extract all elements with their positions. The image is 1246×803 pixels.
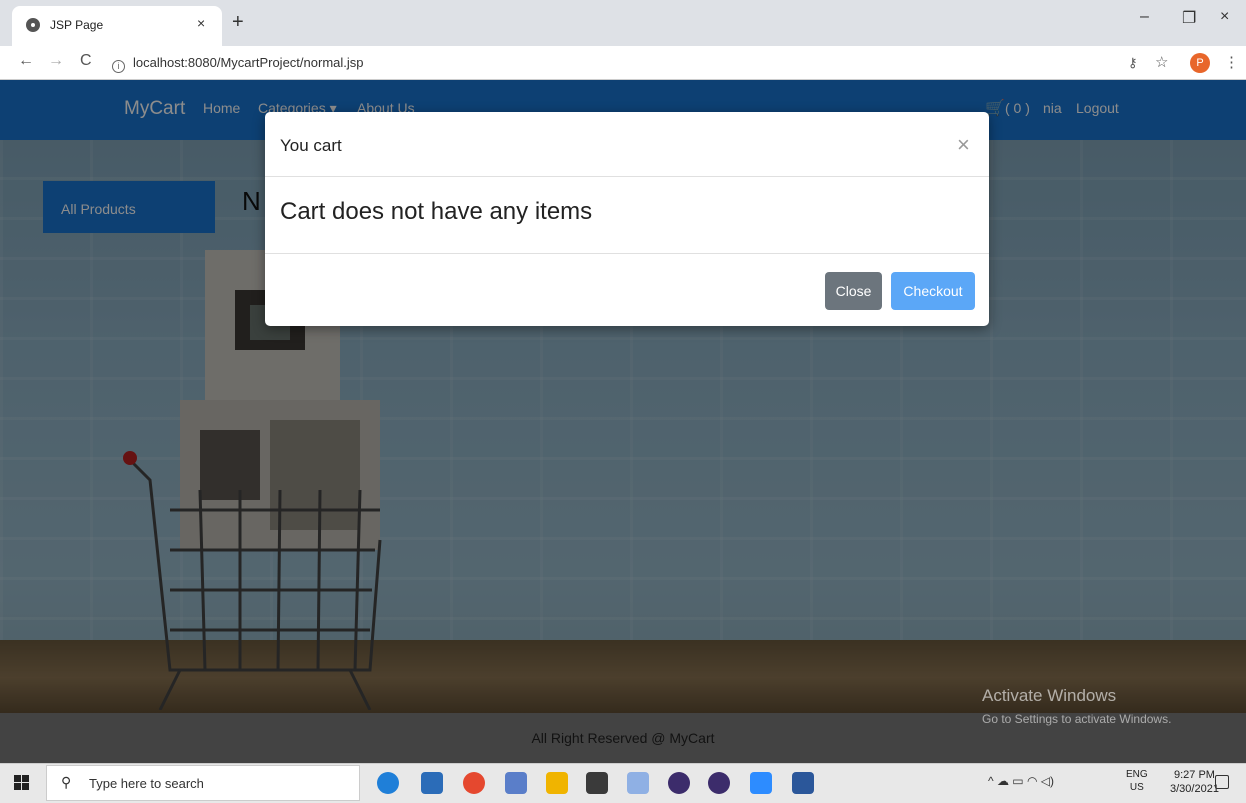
file-explorer-icon[interactable] xyxy=(546,772,568,794)
language-indicator[interactable]: ENG US xyxy=(1126,768,1148,794)
modal-title: You cart xyxy=(280,136,342,155)
taskbar-search-box[interactable]: ⚲ Type here to search xyxy=(46,765,360,801)
modal-header: You cart × xyxy=(265,112,989,177)
taskbar-search-placeholder: Type here to search xyxy=(89,776,204,791)
key-icon[interactable]: ⚷ xyxy=(1128,55,1138,71)
empty-cart-message: Cart does not have any items xyxy=(280,198,593,225)
system-tray-icons[interactable]: ^ ☁ ▭ ◠ ◁) xyxy=(988,774,1054,788)
url-text: localhost:8080/MycartProject/normal.jsp xyxy=(133,55,364,70)
new-tab-button[interactable]: + xyxy=(232,11,244,34)
info-icon[interactable]: i xyxy=(112,60,125,73)
profile-avatar[interactable]: P xyxy=(1190,53,1210,73)
store-icon[interactable] xyxy=(586,772,608,794)
snip-icon[interactable] xyxy=(627,772,649,794)
close-button[interactable]: Close xyxy=(825,272,882,310)
globe-icon xyxy=(26,18,40,32)
activate-windows-subtitle: Go to Settings to activate Windows. xyxy=(982,712,1172,726)
mail-icon[interactable] xyxy=(421,772,443,794)
word-icon[interactable] xyxy=(792,772,814,794)
cart-modal: You cart × Cart does not have any items … xyxy=(265,112,989,326)
browser-tab[interactable]: JSP Page × xyxy=(12,6,222,46)
notification-icon[interactable] xyxy=(1215,775,1229,789)
clock-date: 3/30/2021 xyxy=(1170,783,1219,795)
restore-button[interactable]: ❐ xyxy=(1182,8,1196,28)
window-close-button[interactable]: × xyxy=(1220,8,1229,26)
tab-title: JSP Page xyxy=(50,18,104,32)
search-icon: ⚲ xyxy=(61,774,72,790)
region-code: US xyxy=(1129,782,1144,793)
minimize-button[interactable]: – xyxy=(1140,8,1149,26)
edge-icon[interactable] xyxy=(377,772,399,794)
menu-dots-icon[interactable]: ⋮ xyxy=(1224,53,1239,71)
modal-close-icon[interactable]: × xyxy=(957,132,970,158)
url-field[interactable]: i localhost:8080/MycartProject/normal.jsp xyxy=(112,51,1112,75)
checkout-button[interactable]: Checkout xyxy=(891,272,975,310)
modal-body: Cart does not have any items xyxy=(265,177,989,254)
zoom-icon[interactable] xyxy=(750,772,772,794)
activate-windows-title: Activate Windows xyxy=(982,686,1117,705)
paint-icon[interactable] xyxy=(505,772,527,794)
chrome-icon[interactable] xyxy=(463,772,485,794)
eclipse-icon[interactable] xyxy=(668,772,690,794)
windows-start-icon[interactable] xyxy=(14,775,30,791)
clock-time: 9:27 PM xyxy=(1173,769,1215,781)
taskbar-clock[interactable]: 9:27 PM 3/30/2021 xyxy=(1170,768,1219,796)
star-icon[interactable]: ☆ xyxy=(1155,53,1168,71)
reload-icon[interactable]: C xyxy=(80,52,92,70)
back-arrow-icon[interactable]: ← xyxy=(18,52,34,70)
forward-arrow-icon[interactable]: → xyxy=(48,52,64,70)
language-code: ENG xyxy=(1126,769,1148,780)
tab-close-button[interactable]: × xyxy=(197,15,205,31)
eclipse-alt-icon[interactable] xyxy=(708,772,730,794)
